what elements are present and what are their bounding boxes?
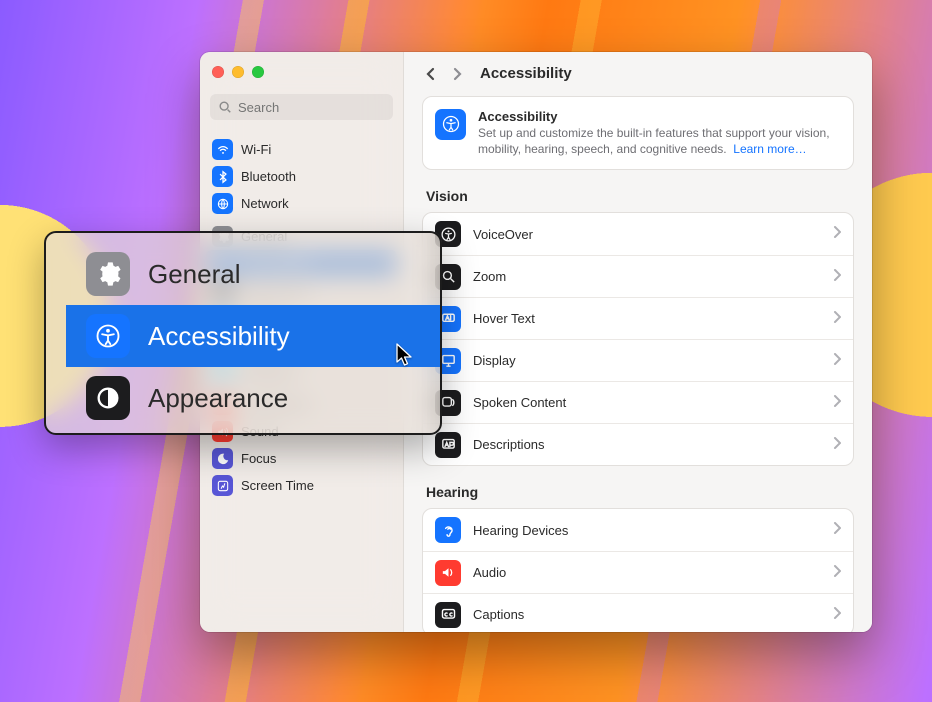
page-title: Accessibility (480, 65, 572, 82)
row-label: Hover Text (473, 311, 821, 326)
nav-forward-button[interactable] (448, 65, 466, 83)
content-scroll[interactable]: Accessibility Set up and customize the b… (404, 96, 872, 632)
row-descriptions[interactable]: Descriptions (423, 423, 853, 465)
audio-icon (435, 560, 461, 586)
window-traffic-lights (200, 52, 403, 92)
section-title-hearing: Hearing (426, 484, 850, 500)
chevron-right-icon (833, 394, 841, 412)
chevron-right-icon (833, 268, 841, 286)
chevron-right-icon (833, 606, 841, 624)
sidebar-item-label: Wi-Fi (241, 142, 271, 157)
search-field[interactable] (210, 94, 393, 120)
row-label: Audio (473, 565, 821, 580)
appearance-icon (86, 376, 130, 420)
sidebar-item-label: Network (241, 196, 289, 211)
row-captions[interactable]: Captions (423, 593, 853, 632)
row-audio[interactable]: Audio (423, 551, 853, 593)
chevron-right-icon (833, 436, 841, 454)
row-label: VoiceOver (473, 227, 821, 242)
row-hover-text[interactable]: Hover Text (423, 297, 853, 339)
zoom-item-label: Accessibility (148, 321, 290, 352)
row-voiceover[interactable]: VoiceOver (423, 213, 853, 255)
hearing-list: Hearing Devices Audio Captions (422, 508, 854, 632)
sidebar-item-network[interactable]: Network (206, 190, 397, 217)
screen-time-icon (212, 475, 233, 496)
sidebar-item-screen-time[interactable]: Screen Time (206, 472, 397, 499)
captions-icon (435, 602, 461, 628)
vision-list: VoiceOver Zoom Hover Text (422, 212, 854, 466)
zoom-window-button[interactable] (252, 66, 264, 78)
network-icon (212, 193, 233, 214)
nav-back-button[interactable] (422, 65, 440, 83)
focus-icon (212, 448, 233, 469)
chevron-right-icon (833, 225, 841, 243)
gear-icon (86, 252, 130, 296)
row-label: Descriptions (473, 437, 821, 452)
zoom-overlay: General Accessibility Appearance (44, 231, 442, 435)
chevron-right-icon (833, 310, 841, 328)
bluetooth-icon (212, 166, 233, 187)
content-pane: Accessibility Accessibility Set up and c… (404, 52, 872, 632)
close-window-button[interactable] (212, 66, 224, 78)
search-input[interactable] (238, 100, 385, 115)
section-title-vision: Vision (426, 188, 850, 204)
row-display[interactable]: Display (423, 339, 853, 381)
row-label: Zoom (473, 269, 821, 284)
intro-title: Accessibility (478, 109, 841, 124)
accessibility-large-icon (435, 109, 466, 140)
descriptions-icon (435, 432, 461, 458)
sidebar-item-bluetooth[interactable]: Bluetooth (206, 163, 397, 190)
accessibility-icon (86, 314, 130, 358)
row-label: Display (473, 353, 821, 368)
zoom-item-label: Appearance (148, 383, 288, 414)
intro-description: Set up and customize the built-in featur… (478, 125, 841, 157)
intro-card: Accessibility Set up and customize the b… (422, 96, 854, 170)
sidebar-item-wifi[interactable]: Wi-Fi (206, 136, 397, 163)
chevron-right-icon (833, 352, 841, 370)
sidebar-item-focus[interactable]: Focus (206, 445, 397, 472)
content-header: Accessibility (404, 52, 872, 96)
cursor-icon (396, 343, 414, 372)
minimize-window-button[interactable] (232, 66, 244, 78)
row-hearing-devices[interactable]: Hearing Devices (423, 509, 853, 551)
wifi-icon (212, 139, 233, 160)
chevron-right-icon (833, 564, 841, 582)
chevron-right-icon (833, 521, 841, 539)
zoom-item-appearance[interactable]: Appearance (66, 367, 440, 429)
sidebar-item-label: Bluetooth (241, 169, 296, 184)
row-zoom[interactable]: Zoom (423, 255, 853, 297)
intro-text: Accessibility Set up and customize the b… (478, 109, 841, 157)
row-label: Spoken Content (473, 395, 821, 410)
hearing-devices-icon (435, 517, 461, 543)
sidebar-item-label: Screen Time (241, 478, 314, 493)
row-spoken-content[interactable]: Spoken Content (423, 381, 853, 423)
learn-more-link[interactable]: Learn more… (733, 142, 806, 156)
search-icon (218, 100, 232, 114)
row-label: Captions (473, 607, 821, 622)
zoom-item-label: General (148, 259, 241, 290)
sidebar-item-label: Focus (241, 451, 276, 466)
zoom-item-general[interactable]: General (66, 243, 440, 305)
row-label: Hearing Devices (473, 523, 821, 538)
zoom-item-accessibility[interactable]: Accessibility (66, 305, 440, 367)
